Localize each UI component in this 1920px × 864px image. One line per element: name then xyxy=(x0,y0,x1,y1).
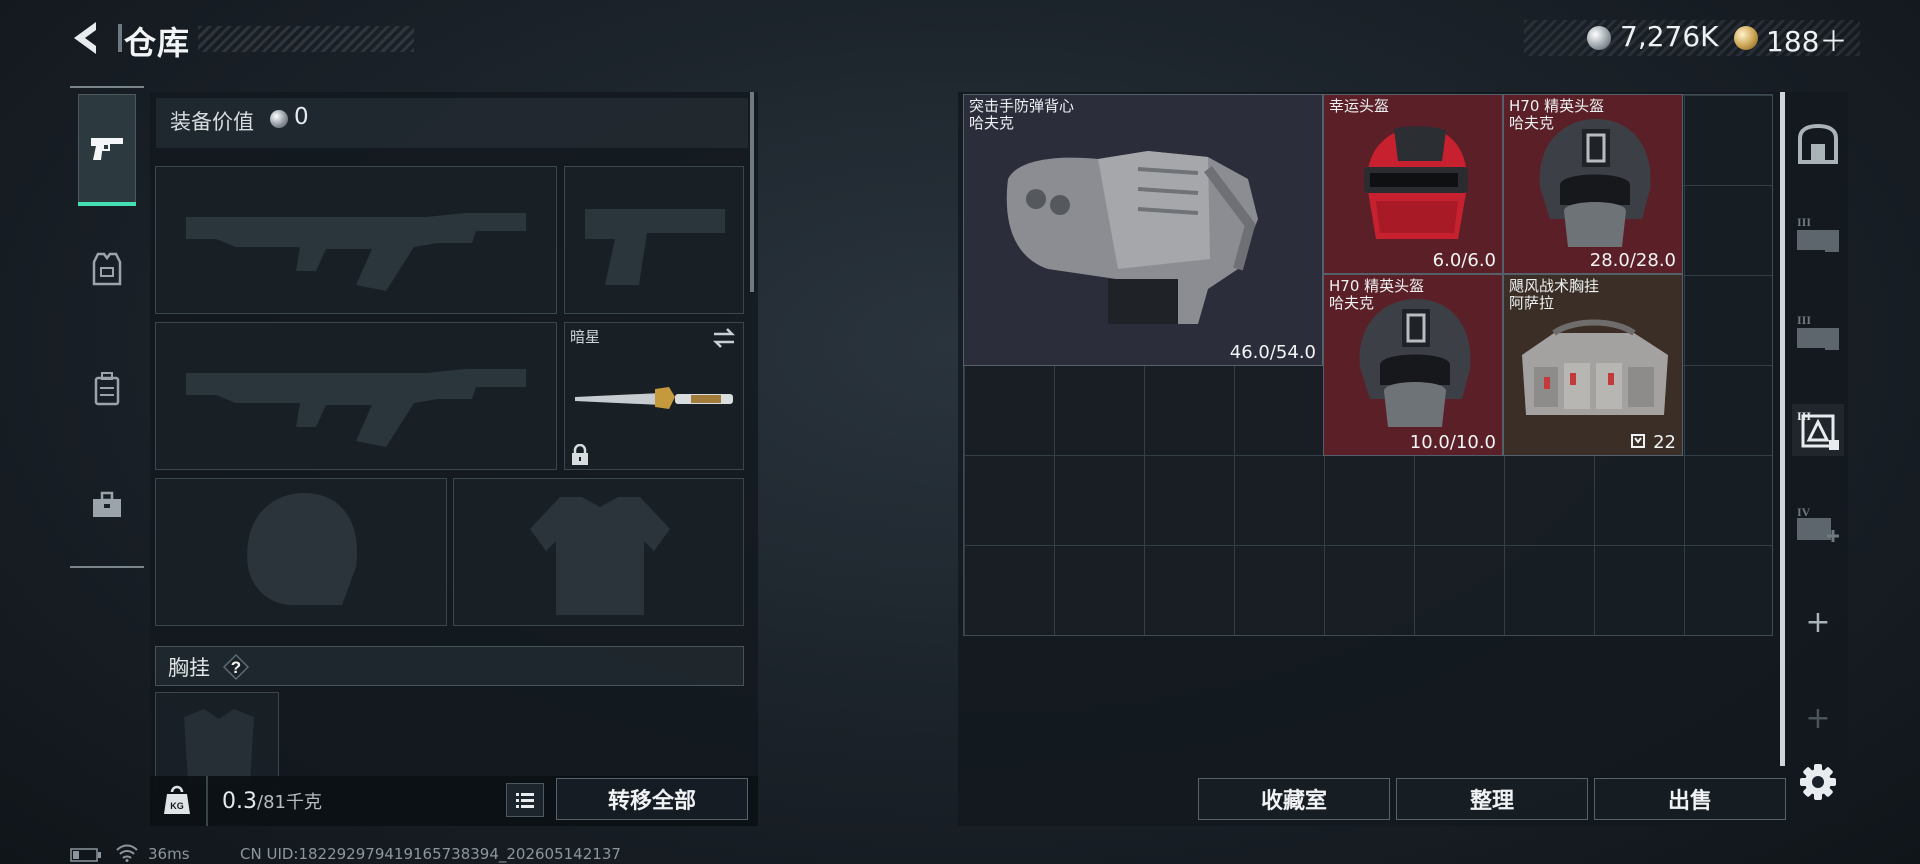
capacity-icon xyxy=(1631,434,1645,448)
body-armor-slot[interactable] xyxy=(453,478,744,626)
stash-item-chest-rig[interactable]: 飓风战术胸挂 阿萨拉 22 xyxy=(1503,274,1683,456)
help-icon[interactable]: ? xyxy=(222,653,250,681)
silver-currency-amount: 7,276K xyxy=(1620,20,1719,53)
stash-scrollbar[interactable] xyxy=(1780,92,1785,766)
pistol-silhouette-icon xyxy=(585,209,725,285)
stash-item-h70-helmet[interactable]: H70 精英头盔 哈夫克 28.0/28.0 xyxy=(1503,94,1683,274)
user-uid: CN UID:18229297941916573839​4_2026051421… xyxy=(240,845,621,863)
carry-weight-capacity: /81千克 xyxy=(257,792,322,813)
item-name: 飓风战术胸挂 xyxy=(1509,277,1600,295)
transfer-all-button[interactable]: 转移全部 xyxy=(556,778,748,820)
sidebar-container-4[interactable]: IV xyxy=(1792,498,1844,550)
sidebar-container-3-active[interactable]: III xyxy=(1792,404,1844,456)
battery-icon xyxy=(70,848,101,862)
item-durability: 46.0/54.0 xyxy=(1229,342,1316,363)
melee-weapon-name: 暗星 xyxy=(570,328,601,346)
item-brand: 哈夫克 xyxy=(1509,114,1555,132)
sidebar-add-button-disabled: + xyxy=(1805,700,1831,736)
carry-weight-current: 0.3 xyxy=(222,789,257,814)
tab-backpack[interactable] xyxy=(78,360,136,418)
pistol-icon xyxy=(91,138,123,160)
container-locked-icon: III xyxy=(1797,409,1839,450)
chest-rig-silhouette-icon xyxy=(184,709,254,783)
toolbox-icon xyxy=(93,491,121,517)
helmet-image xyxy=(1359,299,1471,427)
helmet-slot[interactable] xyxy=(155,478,447,626)
sidearm-slot[interactable] xyxy=(564,166,744,314)
weight-icon: KG xyxy=(164,785,190,814)
stash-item-lucky-helmet[interactable]: 幸运头盔 6.0/6.0 xyxy=(1323,94,1503,274)
loadout-scrollbar[interactable] xyxy=(750,92,754,292)
container-add-icon: IV xyxy=(1797,505,1839,542)
helmet-image xyxy=(1539,119,1651,247)
gold-currency-amount[interactable]: 188＋ xyxy=(1766,20,1847,60)
carry-weight-value: 0.3/81千克 xyxy=(222,788,322,814)
stash-item-body-armor[interactable]: 突击手防弹背心 哈夫克 46.0/54.0 xyxy=(963,94,1323,366)
primary-weapon-slot-1[interactable] xyxy=(155,166,557,314)
tab-tools[interactable] xyxy=(78,476,136,534)
chest-rig-image xyxy=(1522,319,1668,415)
page-title: 仓库 xyxy=(124,24,191,62)
item-name: 幸运头盔 xyxy=(1329,97,1390,115)
chest-rig-label: 胸挂 xyxy=(168,656,210,680)
item-durability: 28.0/28.0 xyxy=(1589,250,1676,271)
helmet-image xyxy=(1364,126,1468,239)
container-case-icon: III xyxy=(1797,313,1839,350)
storage-room-button[interactable]: 收藏室 xyxy=(1198,778,1390,820)
equipment-value-label: 装备价值 xyxy=(170,110,254,134)
silver-coin-icon xyxy=(270,110,288,128)
item-capacity: 22 xyxy=(1653,432,1676,453)
primary-weapon-slot-2[interactable] xyxy=(155,322,557,470)
active-tab-indicator xyxy=(78,202,136,206)
swap-icon[interactable] xyxy=(710,324,738,352)
silver-coin-icon xyxy=(1587,26,1611,50)
weight-divider xyxy=(206,776,208,826)
sidebar-container-2[interactable]: III xyxy=(1792,306,1844,358)
weight-icon-text: KG xyxy=(170,801,184,811)
armor-vest-icon xyxy=(92,252,122,286)
title-decoration xyxy=(198,26,414,52)
rifle-silhouette-icon xyxy=(186,369,526,447)
body-armor-image xyxy=(1006,151,1258,324)
safebox-icon xyxy=(1798,124,1838,164)
sidebar-safebox[interactable] xyxy=(1792,118,1844,170)
wifi-icon xyxy=(116,844,138,862)
network-ping: 36ms xyxy=(148,845,190,863)
stash-item-h70-helmet[interactable]: H70 精英头盔 哈夫克 10.0/10.0 xyxy=(1323,274,1503,456)
tier-label: IV xyxy=(1797,505,1811,519)
lock-icon xyxy=(572,444,588,465)
sidebar-container-1[interactable]: III xyxy=(1792,208,1844,260)
title-divider xyxy=(118,24,122,52)
armor-silhouette-icon xyxy=(530,497,670,615)
tab-weapons[interactable] xyxy=(78,94,136,204)
helmet-silhouette-icon xyxy=(247,493,358,605)
back-button[interactable] xyxy=(66,18,106,58)
sidebar-add-button[interactable]: + xyxy=(1792,596,1844,648)
help-icon-symbol: ? xyxy=(231,658,241,677)
gold-coin-icon xyxy=(1734,26,1758,50)
rifle-silhouette-icon xyxy=(186,213,526,291)
backpack-icon xyxy=(94,372,120,406)
container-case-icon: III xyxy=(1797,215,1839,252)
sort-button[interactable]: 整理 xyxy=(1396,778,1588,820)
item-name: 突击手防弹背心 xyxy=(969,97,1075,115)
nav-top-line xyxy=(70,86,144,88)
item-name: H70 精英头盔 xyxy=(1509,97,1605,115)
item-brand: 哈夫克 xyxy=(1329,294,1375,312)
item-durability: 10.0/10.0 xyxy=(1409,432,1496,453)
knife-icon xyxy=(575,387,733,409)
equipment-value-amount: 0 xyxy=(294,104,309,130)
item-name: H70 精英头盔 xyxy=(1329,277,1425,295)
item-brand: 哈夫克 xyxy=(969,114,1015,132)
list-icon xyxy=(516,793,534,808)
sell-button[interactable]: 出售 xyxy=(1594,778,1786,820)
tier-label: III xyxy=(1797,313,1811,327)
item-durability: 6.0/6.0 xyxy=(1432,250,1496,271)
item-brand: 阿萨拉 xyxy=(1509,294,1555,312)
list-view-button[interactable] xyxy=(506,783,544,817)
gear-icon[interactable] xyxy=(1792,756,1844,808)
tier-label: III xyxy=(1797,215,1811,229)
tab-armor[interactable] xyxy=(78,240,136,298)
nav-bottom-line xyxy=(70,566,144,568)
